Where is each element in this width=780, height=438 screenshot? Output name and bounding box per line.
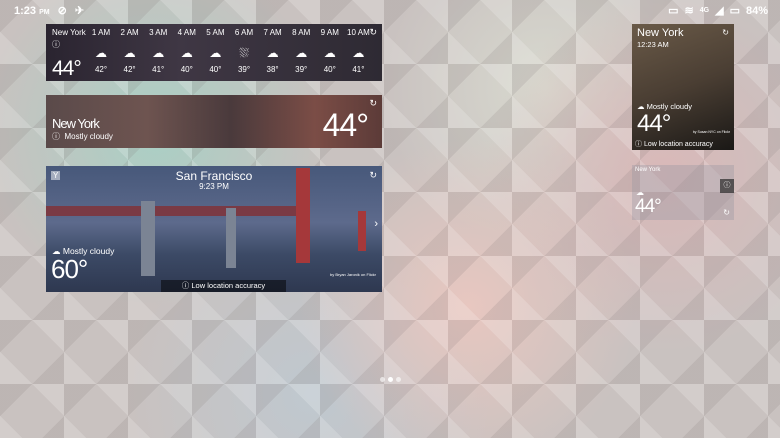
hour-temp: 41° [152,65,165,74]
vibrate-icon: ▭ [668,5,679,17]
sync-icon: ⊘ [57,5,67,17]
location-warning[interactable]: Low location accuracy [191,281,265,290]
battery-percent: 84% [745,4,768,17]
rain-cloud-icon: ⛆ [239,46,249,60]
hour-temp: 41° [352,65,365,74]
hour-temp: 39° [237,65,251,74]
page-indicator[interactable] [380,377,401,382]
hour-label: 10 AM [347,28,370,37]
hour-temp: 42° [123,65,136,74]
city-name: New York [52,116,100,131]
wide-weather-widget[interactable]: New York ⓘ Mostly cloudy 44° ↻ [46,95,382,148]
refresh-icon[interactable]: ↻ [722,28,729,37]
temperature: 60° [51,254,88,284]
hour-label: 5 AM [206,28,225,37]
city-name: New York [52,28,86,37]
cloud-icon: ☁ [209,46,222,60]
cloud-icon: ☁ [323,46,336,60]
hour-temp: 42° [94,65,108,74]
hourly-forecast-widget[interactable]: New York ⓘ 44° ↻ 1 AM ☁ 42° 2 AM ☁ 42° 3 A… [46,24,382,81]
info-icon[interactable]: ⓘ [52,39,60,50]
local-time: 9:23 PM [199,182,229,191]
network-type: 4G [699,7,710,14]
clock: 1:23 PM [14,4,50,17]
cloud-icon: ☁ [295,46,308,60]
notification-icon: ✈ [74,5,85,17]
cloud-icon: ☁ [180,46,193,60]
hour-temp: 39° [295,65,308,74]
hour-temp: 40° [209,65,222,74]
hour-label: 7 AM [263,28,282,37]
hour-label: 9 AM [320,28,339,37]
cloud-icon: ☁ [123,46,136,60]
city-name: San Francisco [175,169,253,183]
cloud-icon: ☁ [352,46,365,60]
info-icon: ⓘ [181,281,190,290]
refresh-icon[interactable]: ↻ [369,170,377,181]
local-time: 12:23 AM [637,40,669,49]
hour-label: 2 AM [120,28,139,37]
info-icon: ⓘ [635,141,642,148]
city-name: New York [637,27,684,39]
snow-cloud-icon: ☁ [266,46,279,60]
temperature: 44° [637,110,671,137]
photo-credit[interactable]: by Bryan Jaronik on Flickr [330,272,376,277]
hour-temp: 38° [266,65,279,74]
city-name: New York [635,167,661,173]
current-temp: 44° [52,57,82,80]
hour-label: 1 AM [91,28,111,37]
temperature: 44° [635,196,662,217]
hour-label: 8 AM [292,28,311,37]
battery-icon: ▭ [729,5,740,17]
signal-icon: ◢ [715,5,724,17]
refresh-icon[interactable]: ↻ [369,98,377,109]
large-weather-widget[interactable]: Y San Francisco 9:23 PM ↻ › ☁ Mostly clo… [46,166,382,292]
hour-label: 4 AM [177,28,196,37]
tall-weather-widget[interactable]: New York 12:23 AM ↻ ☁ Mostly cloudy 44° … [632,24,734,150]
hour-temp: 40° [180,65,193,74]
temperature: 44° [322,107,369,143]
cloud-icon: ☁ [152,46,165,60]
photo-credit[interactable]: by Susan NYC on Flickr [693,130,730,134]
refresh-icon[interactable]: ↻ [723,208,730,217]
location-warning[interactable]: Low location accuracy [644,141,713,148]
wifi-icon: ≋ [684,5,694,17]
condition: Mostly cloudy [64,132,113,141]
status-bar: 1:23 PM ⊘ ✈ ▭ ≋ 4G ◢ ▭ 84% [0,0,780,20]
cloud-icon: ☁ [95,46,107,60]
small-weather-widget[interactable]: New York ⓘ ☁ 44° ↻ [632,165,734,220]
hour-label: 6 AM [234,28,254,37]
info-icon[interactable]: ⓘ [52,132,60,141]
next-arrow-icon[interactable]: › [374,218,378,230]
hour-temp: 40° [323,65,336,74]
hour-label: 3 AM [149,28,168,37]
info-icon[interactable]: ⓘ [720,179,734,193]
